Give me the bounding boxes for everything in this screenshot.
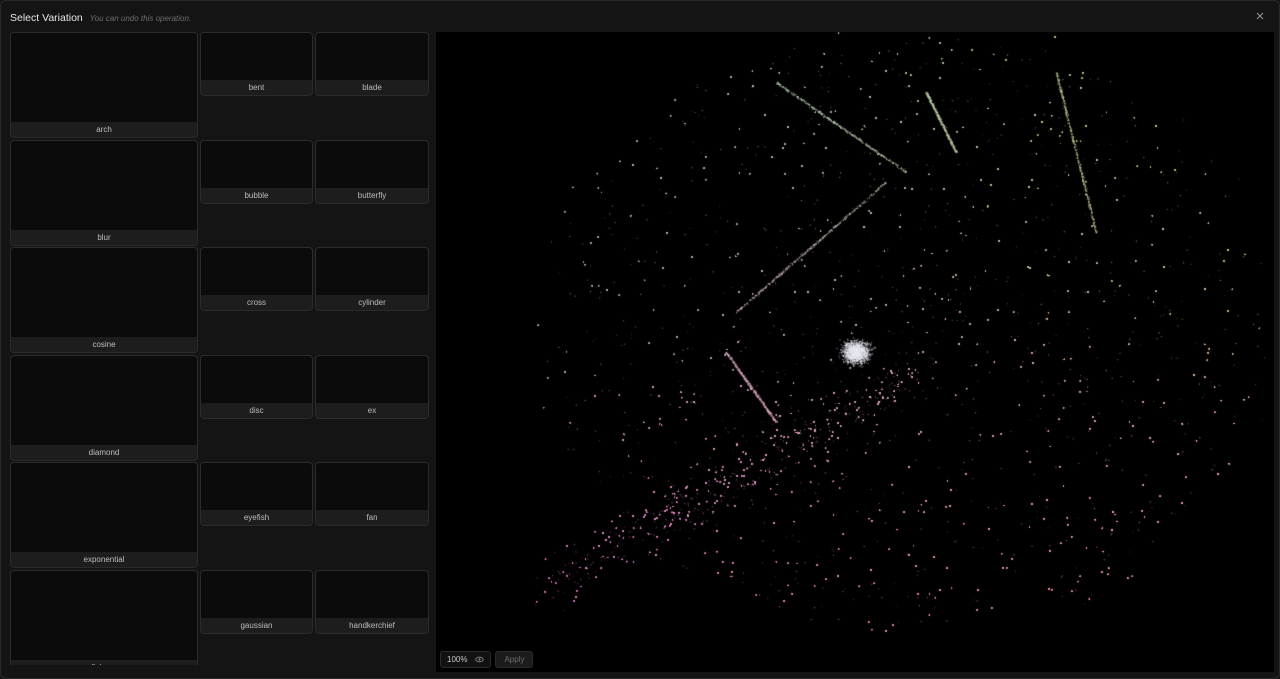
variation-card-arch[interactable]: arch <box>10 32 198 138</box>
variation-label: cosine <box>11 337 197 352</box>
variation-label: butterfly <box>316 188 428 203</box>
variation-card-diamond[interactable]: diamond <box>10 355 198 461</box>
flame-preview[interactable]: 100% Apply <box>436 32 1274 672</box>
eye-icon[interactable] <box>475 655 485 664</box>
variation-card-bent[interactable]: bent <box>200 32 313 96</box>
variation-card-fisheye[interactable]: fisheye <box>10 570 198 665</box>
variation-label: fan <box>316 510 428 525</box>
variation-row: blur bubble butterfly <box>10 140 430 246</box>
variation-list[interactable]: arch bent blade blur bubble butterfly co… <box>10 32 430 665</box>
select-variation-dialog: Select Variation You can undo this opera… <box>0 0 1280 679</box>
variation-label: exponential <box>11 552 197 567</box>
variation-label: disc <box>201 403 312 418</box>
variation-label: handkerchief <box>316 618 428 633</box>
variation-card-exponential[interactable]: exponential <box>10 462 198 568</box>
variation-label: arch <box>11 122 197 137</box>
variation-label: blade <box>316 80 428 95</box>
variation-label: diamond <box>11 445 197 460</box>
variation-row: arch bent blade <box>10 32 430 138</box>
variation-label: blur <box>11 230 197 245</box>
variation-card-cross[interactable]: cross <box>200 247 313 311</box>
variation-card-handkerchief[interactable]: handkerchief <box>315 570 429 634</box>
variation-row: cosine cross cylinder <box>10 247 430 353</box>
variation-row: exponential eyefish fan <box>10 462 430 568</box>
zoom-level: 100% <box>447 655 468 664</box>
variation-card-bubble[interactable]: bubble <box>200 140 313 204</box>
dialog-header: Select Variation You can undo this opera… <box>10 11 1270 25</box>
variation-label: bubble <box>201 188 312 203</box>
variation-row: fisheye gaussian handkerchief <box>10 570 430 665</box>
variation-label: fisheye <box>11 660 197 665</box>
variation-label: cylinder <box>316 295 428 310</box>
variation-label: eyefish <box>201 510 312 525</box>
variation-card-blade[interactable]: blade <box>315 32 429 96</box>
dialog-subtitle: You can undo this operation. <box>89 13 192 23</box>
variation-card-cosine[interactable]: cosine <box>10 247 198 353</box>
variation-card-gaussian[interactable]: gaussian <box>200 570 313 634</box>
variation-card-cylinder[interactable]: cylinder <box>315 247 429 311</box>
variation-card-eyefish[interactable]: eyefish <box>200 462 313 526</box>
variation-label: gaussian <box>201 618 312 633</box>
variation-label: bent <box>201 80 312 95</box>
zoom-control[interactable]: 100% <box>440 651 492 668</box>
variation-card-blur[interactable]: blur <box>10 140 198 246</box>
variation-card-disc[interactable]: disc <box>200 355 313 419</box>
variation-label: ex <box>316 403 428 418</box>
flame-canvas[interactable] <box>436 32 1274 672</box>
preview-toolbar: 100% Apply <box>440 651 534 668</box>
variation-card-butterfly[interactable]: butterfly <box>315 140 429 204</box>
variation-card-fan[interactable]: fan <box>315 462 429 526</box>
variation-row: diamond disc ex <box>10 355 430 461</box>
variation-label: cross <box>201 295 312 310</box>
variation-card-ex[interactable]: ex <box>315 355 429 419</box>
apply-button[interactable]: Apply <box>495 651 534 668</box>
dialog-title: Select Variation <box>10 12 83 24</box>
close-icon[interactable] <box>1254 10 1266 22</box>
